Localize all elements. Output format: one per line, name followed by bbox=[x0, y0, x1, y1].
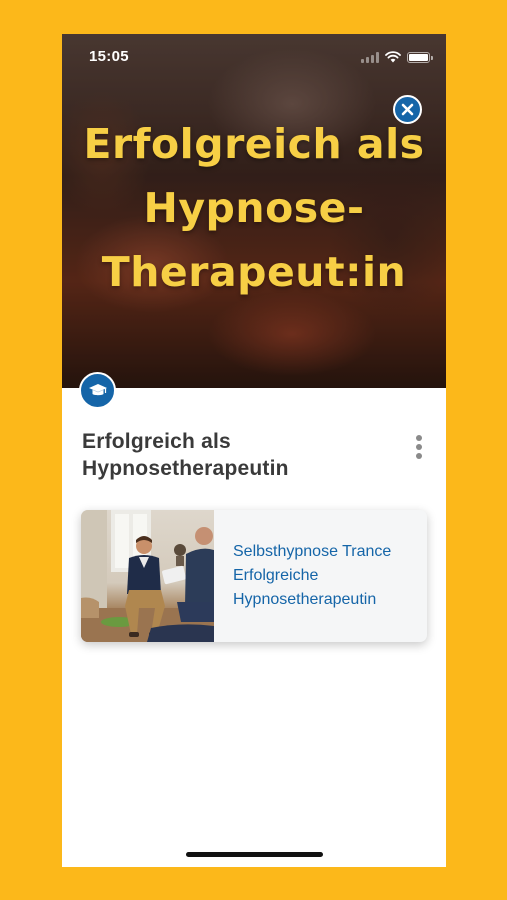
lesson-card[interactable]: Selbsthypnose Trance Erfolgreiche Hypnos… bbox=[81, 510, 427, 642]
more-options-button[interactable] bbox=[409, 433, 429, 461]
vertical-dots-icon bbox=[416, 435, 422, 441]
home-indicator[interactable] bbox=[186, 852, 323, 857]
lesson-title: Selbsthypnose Trance Erfolgreiche Hypnos… bbox=[233, 543, 392, 608]
cellular-signal-icon bbox=[361, 51, 379, 63]
close-x-icon bbox=[401, 103, 414, 116]
status-bar: 15:05 bbox=[62, 34, 446, 80]
hero-title: Erfolgreich als Hypnose- Therapeut:in bbox=[83, 120, 425, 296]
close-button[interactable] bbox=[393, 95, 422, 124]
app-screen: 15:05 Erfolgreich als Hypnose- Therapeut… bbox=[62, 34, 446, 867]
wifi-icon bbox=[385, 51, 401, 63]
hero-image: 15:05 Erfolgreich als Hypnose- Therapeut… bbox=[62, 34, 446, 388]
battery-icon bbox=[407, 51, 433, 63]
lesson-thumbnail bbox=[81, 510, 214, 642]
course-type-badge bbox=[79, 372, 116, 409]
graduation-cap-icon bbox=[88, 383, 107, 395]
course-title: Erfolgreich als Hypnosetherapeutin bbox=[82, 430, 289, 480]
status-time: 15:05 bbox=[89, 48, 129, 65]
